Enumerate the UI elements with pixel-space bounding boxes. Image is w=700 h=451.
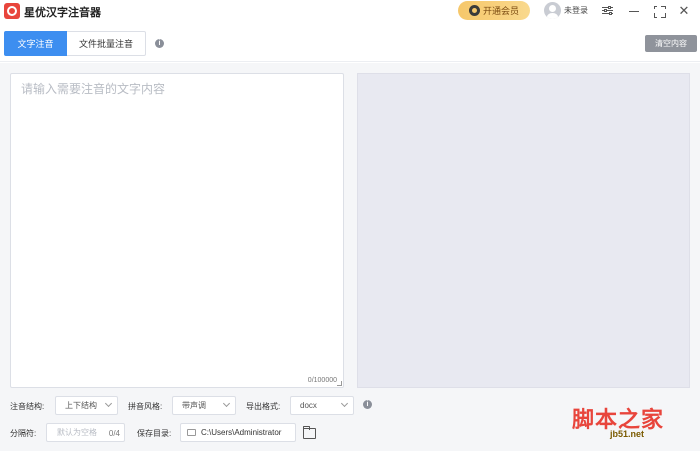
maximize-icon[interactable]: [652, 4, 666, 18]
avatar: [544, 2, 561, 19]
watermark-logo: 脚本之家 jb51.net: [572, 402, 696, 448]
style-select[interactable]: 带声调: [172, 396, 236, 415]
settings-icon[interactable]: [601, 4, 615, 18]
save-dir-value: C:\Users\Administrator: [201, 428, 282, 437]
app-title: 星优汉字注音器: [24, 7, 101, 19]
user-login[interactable]: 未登录: [544, 2, 588, 19]
chevron-down-icon: [104, 399, 113, 408]
info-icon[interactable]: i: [363, 400, 372, 409]
user-status-label: 未登录: [564, 6, 588, 15]
style-label: 拼音风格:: [128, 402, 163, 411]
structure-label: 注音结构:: [10, 402, 45, 411]
folder-icon: [187, 429, 196, 436]
save-dir-label: 保存目录:: [137, 429, 172, 438]
format-select[interactable]: docx: [290, 396, 354, 415]
format-select-value: docx: [300, 401, 317, 410]
vip-button-label: 开通会员: [482, 6, 519, 16]
style-select-value: 带声调: [182, 401, 206, 410]
separator-label: 分隔符:: [10, 429, 37, 438]
vip-button[interactable]: 开通会员: [458, 1, 530, 20]
close-icon[interactable]: ✕: [677, 4, 691, 18]
save-dir-field[interactable]: C:\Users\Administrator: [180, 423, 296, 442]
separator-placeholder: 默认为空格: [57, 428, 97, 437]
structure-select[interactable]: 上下结构: [55, 396, 118, 415]
char-counter: 0/100000: [307, 377, 337, 384]
app-logo-icon: [4, 3, 20, 19]
open-folder-icon[interactable]: [302, 425, 316, 439]
text-input-area[interactable]: 请输入需要注音的文字内容 0/100000: [10, 73, 344, 388]
tab-batch-file-annotation[interactable]: 文件批量注音: [67, 31, 146, 56]
tab-text-annotation[interactable]: 文字注音: [4, 31, 67, 56]
separator-input[interactable]: 默认为空格 0/4: [46, 423, 125, 442]
clear-content-button[interactable]: 清空内容: [645, 35, 697, 52]
minimize-icon[interactable]: [627, 4, 641, 18]
info-icon[interactable]: i: [155, 39, 164, 48]
text-input-placeholder: 请输入需要注音的文字内容: [21, 82, 166, 96]
camera-icon: [468, 5, 480, 16]
structure-select-value: 上下结构: [65, 401, 97, 410]
separator-counter: 0/4: [108, 429, 120, 438]
chevron-down-icon: [340, 399, 349, 408]
format-label: 导出格式:: [246, 402, 281, 411]
resize-handle-icon[interactable]: [337, 381, 342, 386]
result-preview-panel: [357, 73, 690, 388]
watermark-url: jb51.net: [610, 429, 645, 439]
title-bar: 星优汉字注音器 开通会员 未登录 ✕: [0, 0, 700, 24]
chevron-down-icon: [222, 399, 231, 408]
tab-bar: 文字注音 文件批量注音: [0, 24, 700, 62]
